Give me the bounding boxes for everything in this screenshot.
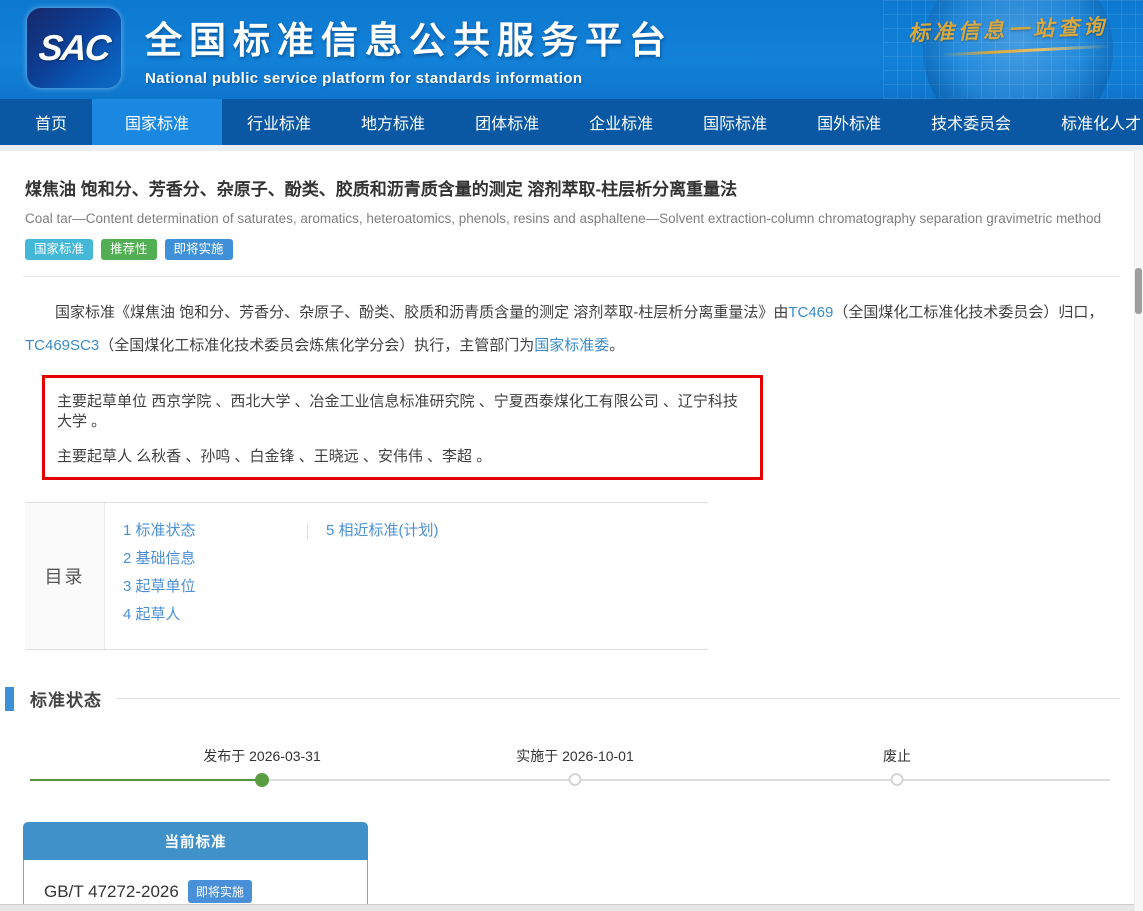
drafting-units-line: 主要起草单位 西京学院 、西北大学 、冶金工业信息标准研究院 、宁夏西泰煤化工有… — [57, 392, 748, 432]
intro-text-3: （全国煤化工标准化技术委员会炼焦化学分会）执行，主管部门为 — [99, 337, 534, 354]
tc469sc3-link[interactable]: TC469SC3 — [25, 337, 99, 354]
toc-label: 目录 — [25, 503, 105, 649]
vertical-scrollbar[interactable] — [1134, 150, 1143, 911]
card-badge-upcoming: 即将实施 — [188, 880, 252, 903]
standard-title-en: Coal tar—Content determination of satura… — [25, 209, 1118, 229]
sac-authority-link[interactable]: 国家标准委 — [534, 337, 609, 354]
site-title-en: National public service platform for sta… — [145, 70, 673, 87]
standard-badges: 国家标准 推荐性 即将实施 — [25, 239, 1118, 260]
intro-text-4: 。 — [609, 337, 624, 354]
drafting-people-label: 主要起草人 — [57, 448, 132, 465]
current-standard-card: 当前标准 GB/T 47272-2026 即将实施 煤焦油 饱和分、芳香分、杂原… — [23, 822, 368, 911]
nav-item-group-standards[interactable]: 团体标准 — [450, 99, 564, 145]
scrollbar-thumb[interactable] — [1135, 268, 1142, 314]
timeline-dot-abolished[interactable] — [891, 773, 904, 786]
toc-column-1: 1 标准状态 2 基础信息 3 起草单位 4 起草人 — [123, 523, 307, 623]
drafting-units-label: 主要起草单位 — [57, 393, 147, 410]
toc-item-basic-info[interactable]: 2 基础信息 — [123, 551, 307, 567]
status-timeline: 发布于 2026-03-31 实施于 2026-10-01 废止 — [30, 723, 1110, 798]
nav-item-industry-standards[interactable]: 行业标准 — [222, 99, 336, 145]
nav-separator — [0, 145, 1143, 151]
tc469-link[interactable]: TC469 — [788, 304, 833, 321]
status-section-title: 标准状态 — [30, 686, 102, 711]
site-titles: 全国标准信息公共服务平台 National public service pla… — [145, 10, 673, 87]
timeline-label-published: 发布于 2026-03-31 — [203, 746, 321, 766]
badge-national-standard: 国家标准 — [25, 239, 93, 260]
nav-item-home[interactable]: 首页 — [10, 99, 92, 145]
standard-title-cn: 煤焦油 饱和分、芳香分、杂原子、酚类、胶质和沥青质含量的测定 溶剂萃取-柱层析分… — [25, 175, 1118, 200]
main-content: 煤焦油 饱和分、芳香分、杂原子、酚类、胶质和沥青质含量的测定 溶剂萃取-柱层析分… — [0, 175, 1143, 911]
drafting-units-value: 西京学院 、西北大学 、冶金工业信息标准研究院 、宁夏西泰煤化工有限公司 、辽宁… — [57, 393, 738, 430]
sac-logo[interactable]: SAC — [27, 8, 121, 88]
timeline-progress — [30, 779, 262, 781]
intro-text-1: 国家标准《煤焦油 饱和分、芳香分、杂原子、酚类、胶质和沥青质含量的测定 溶剂萃取… — [55, 304, 788, 321]
toc-item-drafting-units[interactable]: 3 起草单位 — [123, 579, 307, 595]
toc-item-drafters[interactable]: 4 起草人 — [123, 607, 307, 623]
timeline-dot-implemented[interactable] — [569, 773, 582, 786]
drafting-people-value: 么秋香 、孙鸣 、白金锋 、王晓远 、安伟伟 、李超 。 — [136, 448, 491, 465]
timeline-dot-published[interactable] — [255, 773, 269, 787]
nav-item-technical-committees[interactable]: 技术委员会 — [906, 99, 1036, 145]
bottom-edge-band — [0, 904, 1143, 911]
badge-upcoming: 即将实施 — [165, 239, 233, 260]
standard-code-link[interactable]: GB/T 47272-2026 — [44, 882, 179, 902]
section-accent-bar — [5, 687, 14, 711]
nav-item-standardization-talent[interactable]: 标准化人才 — [1036, 99, 1143, 145]
nav-item-local-standards[interactable]: 地方标准 — [336, 99, 450, 145]
status-section-heading: 标准状态 — [0, 686, 1143, 711]
site-header: SAC 全国标准信息公共服务平台 National public service… — [0, 0, 1143, 99]
title-divider — [23, 276, 1120, 277]
intro-text-2: （全国煤化工标准化技术委员会）归口， — [833, 304, 1103, 321]
section-heading-rule — [116, 698, 1120, 699]
intro-paragraph: 国家标准《煤焦油 饱和分、芳香分、杂原子、酚类、胶质和沥青质含量的测定 溶剂萃取… — [25, 296, 1118, 362]
nav-item-foreign-standards[interactable]: 国外标准 — [792, 99, 906, 145]
main-nav: 首页 国家标准 行业标准 地方标准 团体标准 企业标准 国际标准 国外标准 技术… — [0, 99, 1143, 145]
nav-item-international-standards[interactable]: 国际标准 — [678, 99, 792, 145]
timeline-label-implemented: 实施于 2026-10-01 — [516, 746, 634, 766]
toc-item-standard-status[interactable]: 1 标准状态 — [123, 523, 307, 539]
site-title-cn: 全国标准信息公共服务平台 — [145, 10, 673, 64]
toc-item-similar-standards[interactable]: 5 相近标准(计划) — [326, 523, 439, 539]
toc-body: 1 标准状态 2 基础信息 3 起草单位 4 起草人 5 相近标准(计划) — [105, 503, 708, 649]
current-standard-card-header: 当前标准 — [23, 822, 368, 860]
drafting-highlight-box: 主要起草单位 西京学院 、西北大学 、冶金工业信息标准研究院 、宁夏西泰煤化工有… — [42, 375, 763, 480]
drafting-people-line: 主要起草人 么秋香 、孙鸣 、白金锋 、王晓远 、安伟伟 、李超 。 — [57, 447, 748, 467]
sac-logo-text: SAC — [37, 27, 111, 69]
nav-item-enterprise-standards[interactable]: 企业标准 — [564, 99, 678, 145]
nav-item-national-standards[interactable]: 国家标准 — [92, 99, 222, 145]
timeline-label-abolished: 废止 — [883, 746, 911, 766]
toc-column-2: 5 相近标准(计划) — [307, 523, 439, 539]
badge-recommended: 推荐性 — [101, 239, 157, 260]
standard-code-row: GB/T 47272-2026 即将实施 — [44, 880, 347, 903]
table-of-contents: 目录 1 标准状态 2 基础信息 3 起草单位 4 起草人 5 相近标准(计划) — [25, 502, 708, 650]
